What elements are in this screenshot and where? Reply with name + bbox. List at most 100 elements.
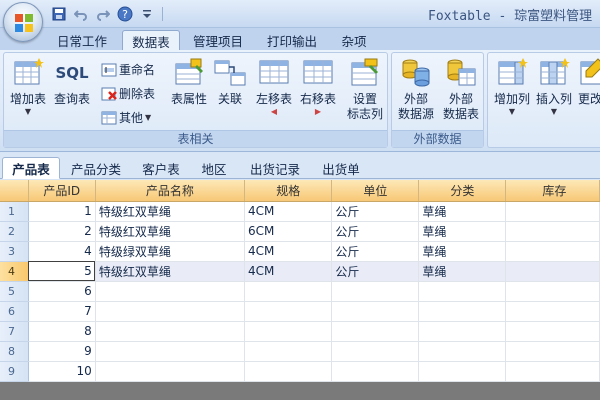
cell-category[interactable] — [418, 321, 507, 342]
cell-spec[interactable] — [244, 301, 333, 322]
cell-unit[interactable] — [331, 341, 420, 362]
cell-category[interactable] — [418, 281, 507, 302]
move-table-left-button[interactable]: 左移表 ◀ — [254, 57, 294, 116]
row-number[interactable]: 6 — [0, 301, 29, 322]
row-number[interactable]: 1 — [0, 201, 29, 222]
column-header-product-id[interactable]: 产品ID — [28, 180, 96, 202]
cell-product-id[interactable]: 9 — [28, 341, 96, 362]
table-row[interactable]: 1 1 特级红双草绳 4CM 公斤 草绳 — [0, 201, 600, 222]
cell-unit[interactable] — [331, 321, 420, 342]
tab-misc[interactable]: 杂项 — [332, 30, 376, 50]
cell-stock[interactable] — [505, 261, 600, 282]
table-row[interactable]: 5 6 — [0, 281, 600, 302]
cell-spec[interactable]: 4CM — [244, 261, 333, 282]
cell-category[interactable] — [418, 301, 507, 322]
table-row-selected[interactable]: 4 5 特级红双草绳 4CM 公斤 草绳 — [0, 261, 600, 282]
delete-table-button[interactable]: 删除表 — [101, 85, 155, 102]
cell-category[interactable]: 草绳 — [418, 221, 507, 242]
windows-orb-icon[interactable] — [3, 2, 43, 42]
add-table-button[interactable]: 增加表 ▼ — [8, 57, 48, 116]
tab-data-table[interactable]: 数据表 — [122, 30, 180, 51]
cell-product-id[interactable]: 1 — [28, 201, 96, 222]
tab-manage-project[interactable]: 管理项目 — [188, 30, 248, 50]
cell-product-id[interactable]: 8 — [28, 321, 96, 342]
corner-cell[interactable] — [0, 180, 29, 202]
customize-qat-icon[interactable] — [138, 5, 156, 23]
cell-product-name[interactable] — [95, 341, 246, 362]
cell-product-id[interactable]: 7 — [28, 301, 96, 322]
row-number[interactable]: 8 — [0, 341, 29, 362]
cell-category[interactable]: 草绳 — [418, 201, 507, 222]
sheet-tab-shipment-records[interactable]: 出货记录 — [242, 157, 308, 179]
row-number[interactable]: 9 — [0, 361, 29, 382]
move-table-right-button[interactable]: 右移表 ▶ — [298, 57, 338, 116]
cell-unit[interactable] — [331, 281, 420, 302]
column-header-product-name[interactable]: 产品名称 — [95, 180, 246, 202]
cell-category[interactable]: 草绳 — [418, 261, 507, 282]
cell-stock[interactable] — [505, 281, 600, 302]
sheet-tab-customer[interactable]: 客户表 — [134, 157, 188, 179]
cell-product-id[interactable]: 10 — [28, 361, 96, 382]
cell-stock[interactable] — [505, 301, 600, 322]
cell-category[interactable]: 草绳 — [418, 241, 507, 262]
cell-spec[interactable] — [244, 321, 333, 342]
column-header-unit[interactable]: 单位 — [331, 180, 420, 202]
cell-product-name[interactable]: 特级绿双草绳 — [95, 241, 246, 262]
relation-button[interactable]: 关联 — [212, 57, 248, 107]
cell-unit[interactable]: 公斤 — [331, 261, 420, 282]
row-number[interactable]: 7 — [0, 321, 29, 342]
column-header-spec[interactable]: 规格 — [244, 180, 333, 202]
cell-product-id-focused[interactable]: 5 — [28, 261, 96, 282]
cell-product-name[interactable] — [95, 361, 246, 382]
table-row[interactable]: 3 4 特级绿双草绳 4CM 公斤 草绳 — [0, 241, 600, 262]
cell-product-name[interactable] — [95, 321, 246, 342]
cell-product-id[interactable]: 4 — [28, 241, 96, 262]
cell-category[interactable] — [418, 361, 507, 382]
sheet-tab-product[interactable]: 产品表 — [2, 157, 60, 179]
insert-column-button[interactable]: 插入列 ▼ — [534, 57, 574, 116]
cell-stock[interactable] — [505, 321, 600, 342]
cell-spec[interactable] — [244, 281, 333, 302]
cell-product-name[interactable]: 特级红双草绳 — [95, 261, 246, 282]
save-icon[interactable] — [50, 5, 68, 23]
table-properties-button[interactable]: 表属性 — [168, 57, 210, 107]
change-column-button[interactable]: 更改 — [578, 57, 600, 107]
cell-spec[interactable] — [244, 361, 333, 382]
cell-stock[interactable] — [505, 221, 600, 242]
cell-product-id[interactable]: 2 — [28, 221, 96, 242]
cell-spec[interactable]: 4CM — [244, 241, 333, 262]
table-row[interactable]: 9 10 — [0, 361, 600, 382]
cell-category[interactable] — [418, 341, 507, 362]
cell-spec[interactable]: 6CM — [244, 221, 333, 242]
table-row[interactable]: 7 8 — [0, 321, 600, 342]
other-menu-button[interactable]: 其他 ▼ — [101, 109, 151, 126]
column-header-category[interactable]: 分类 — [418, 180, 507, 202]
cell-unit[interactable]: 公斤 — [331, 201, 420, 222]
tab-print-output[interactable]: 打印输出 — [262, 30, 322, 50]
cell-stock[interactable] — [505, 201, 600, 222]
help-icon[interactable]: ? — [116, 5, 134, 23]
cell-unit[interactable]: 公斤 — [331, 221, 420, 242]
redo-icon[interactable] — [94, 5, 112, 23]
row-number-current[interactable]: 4 — [0, 261, 29, 282]
sheet-tab-shipment-order[interactable]: 出货单 — [314, 157, 368, 179]
cell-product-name[interactable] — [95, 281, 246, 302]
cell-stock[interactable] — [505, 241, 600, 262]
table-row[interactable]: 8 9 — [0, 341, 600, 362]
add-column-button[interactable]: 增加列 ▼ — [492, 57, 532, 116]
sheet-tab-region[interactable]: 地区 — [194, 157, 234, 179]
sheet-tab-product-category[interactable]: 产品分类 — [64, 157, 128, 179]
table-row[interactable]: 2 2 特级红双草绳 6CM 公斤 草绳 — [0, 221, 600, 242]
cell-stock[interactable] — [505, 341, 600, 362]
set-flag-column-button[interactable]: 设置 标志列 — [344, 57, 386, 122]
table-row[interactable]: 6 7 — [0, 301, 600, 322]
cell-product-name[interactable]: 特级红双草绳 — [95, 201, 246, 222]
column-header-stock[interactable]: 库存 — [505, 180, 600, 202]
row-number[interactable]: 3 — [0, 241, 29, 262]
data-grid[interactable]: 产品ID 产品名称 规格 单位 分类 库存 1 1 特级红双草绳 4CM 公斤 … — [0, 180, 600, 382]
cell-product-id[interactable]: 6 — [28, 281, 96, 302]
query-table-button[interactable]: SQL 查询表 — [52, 57, 92, 107]
cell-unit[interactable]: 公斤 — [331, 241, 420, 262]
undo-icon[interactable] — [72, 5, 90, 23]
external-datasource-button[interactable]: 外部 数据源 — [394, 57, 438, 122]
